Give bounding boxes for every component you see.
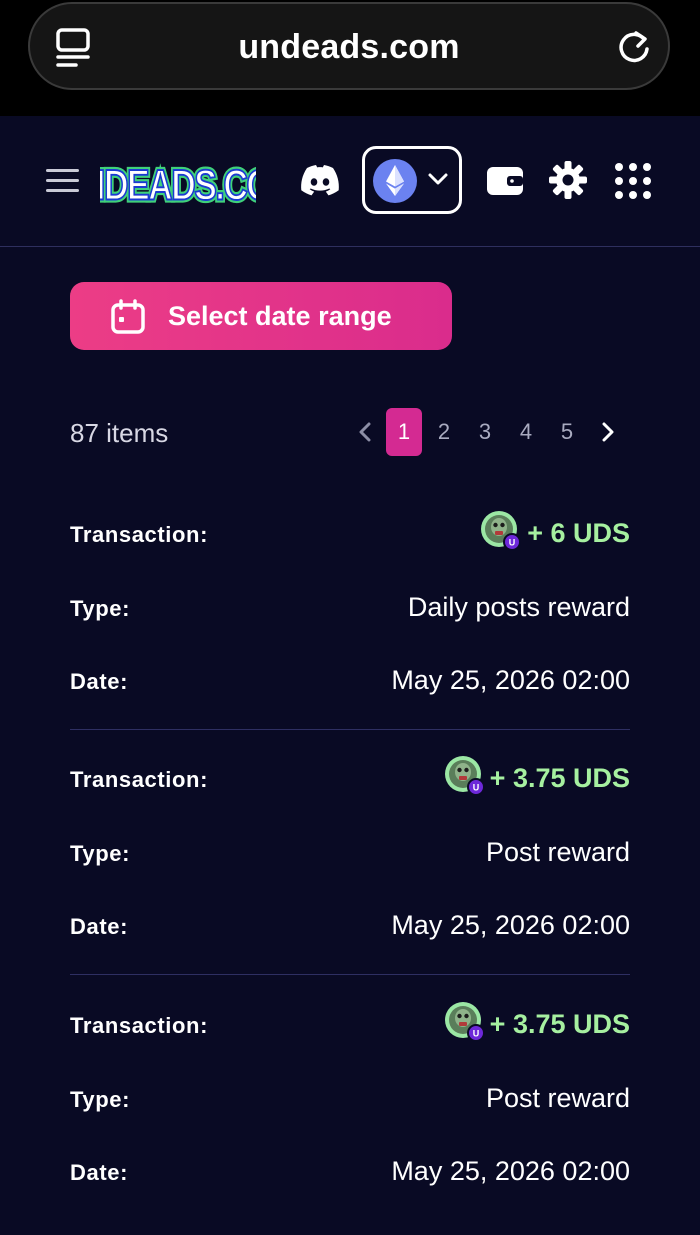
date-label: Date: [70, 669, 129, 694]
type-label: Type: [70, 1087, 131, 1112]
chevron-down-icon [427, 171, 449, 192]
site-logo[interactable]: UNDEADS.COM UNDEADS.COM [55, 152, 302, 226]
transaction-amount: + 3.75 UDS [489, 763, 630, 793]
items-count: 87 items [70, 418, 169, 448]
select-date-range-button[interactable]: Select date range [70, 282, 452, 350]
zombie-avatar-icon: U [444, 755, 485, 796]
type-row: Type: Daily posts reward [70, 588, 630, 628]
date-row: Date: May 25, 2026 02:00 [70, 661, 630, 701]
chevron-right-icon[interactable] [599, 422, 617, 447]
transaction-label: Transaction: [70, 522, 209, 547]
page-1-button[interactable]: 1 [386, 408, 422, 456]
menu-icon[interactable] [46, 168, 80, 199]
transaction-type: Daily posts reward [407, 592, 630, 622]
zombie-avatar-icon: U [444, 1001, 485, 1042]
divider [70, 974, 630, 975]
page-5-button[interactable]: 5 [549, 408, 585, 456]
transaction-amount: + 3.75 UDS [489, 1009, 630, 1039]
transaction-date: May 25, 2026 02:00 [391, 665, 630, 695]
type-label: Type: [70, 841, 131, 866]
transaction-row: Transaction: U + 3.75 UDS [70, 756, 630, 799]
transaction-item: Transaction: U + 3.75 UDS Type: Post rew… [70, 1002, 630, 1235]
pagination: 1 2 3 4 5 [350, 408, 630, 456]
transaction-item: Transaction: U + 3.75 UDS Type: Post rew… [70, 756, 630, 989]
browser-toolbar: undeads.com [0, 0, 700, 116]
type-row: Type: Post reward [70, 1079, 630, 1119]
transaction-label: Transaction: [70, 1013, 209, 1038]
transaction-row: Transaction: U + 3.75 UDS [70, 1002, 630, 1045]
calendar-icon [110, 299, 146, 338]
page-2-button[interactable]: 2 [426, 408, 462, 456]
wallet-icon[interactable] [486, 166, 524, 201]
transaction-label: Transaction: [70, 767, 209, 792]
transaction-date: May 25, 2026 02:00 [391, 910, 630, 940]
url-text[interactable]: undeads.com [30, 28, 668, 67]
page-3-button[interactable]: 3 [467, 408, 503, 456]
transaction-amount: + 6 UDS [527, 518, 630, 548]
ethereum-icon [373, 159, 417, 208]
divider [70, 729, 630, 730]
chevron-left-icon[interactable] [356, 422, 374, 447]
zombie-avatar-icon: U [480, 510, 521, 551]
transaction-row: Transaction: U + 6 UDS [70, 511, 630, 554]
date-label: Date: [70, 914, 129, 939]
transaction-date: May 25, 2026 02:00 [391, 1156, 630, 1186]
type-label: Type: [70, 596, 131, 621]
gear-icon[interactable] [548, 160, 588, 205]
date-label: Date: [70, 1160, 129, 1185]
transaction-item: Transaction: U + 6 UDS Type: Daily posts… [70, 511, 630, 744]
svg-text:UNDEADS.COM: UNDEADS.COM [100, 162, 256, 209]
type-row: Type: Post reward [70, 833, 630, 873]
chain-selector[interactable] [362, 146, 462, 214]
svg-text:U: U [473, 783, 480, 793]
date-row: Date: May 25, 2026 02:00 [70, 1152, 630, 1192]
svg-text:U: U [509, 538, 516, 548]
date-row: Date: May 25, 2026 02:00 [70, 906, 630, 946]
discord-icon[interactable] [300, 164, 340, 201]
site-header: UNDEADS.COM UNDEADS.COM [0, 116, 700, 247]
date-range-label: Select date range [168, 301, 392, 331]
page-4-button[interactable]: 4 [508, 408, 544, 456]
apps-grid-icon[interactable] [614, 162, 652, 205]
transaction-type: Post reward [485, 837, 630, 867]
address-bar[interactable]: undeads.com [28, 2, 670, 90]
reload-icon[interactable] [614, 27, 654, 72]
transaction-type: Post reward [485, 1083, 630, 1113]
svg-text:U: U [473, 1029, 480, 1039]
